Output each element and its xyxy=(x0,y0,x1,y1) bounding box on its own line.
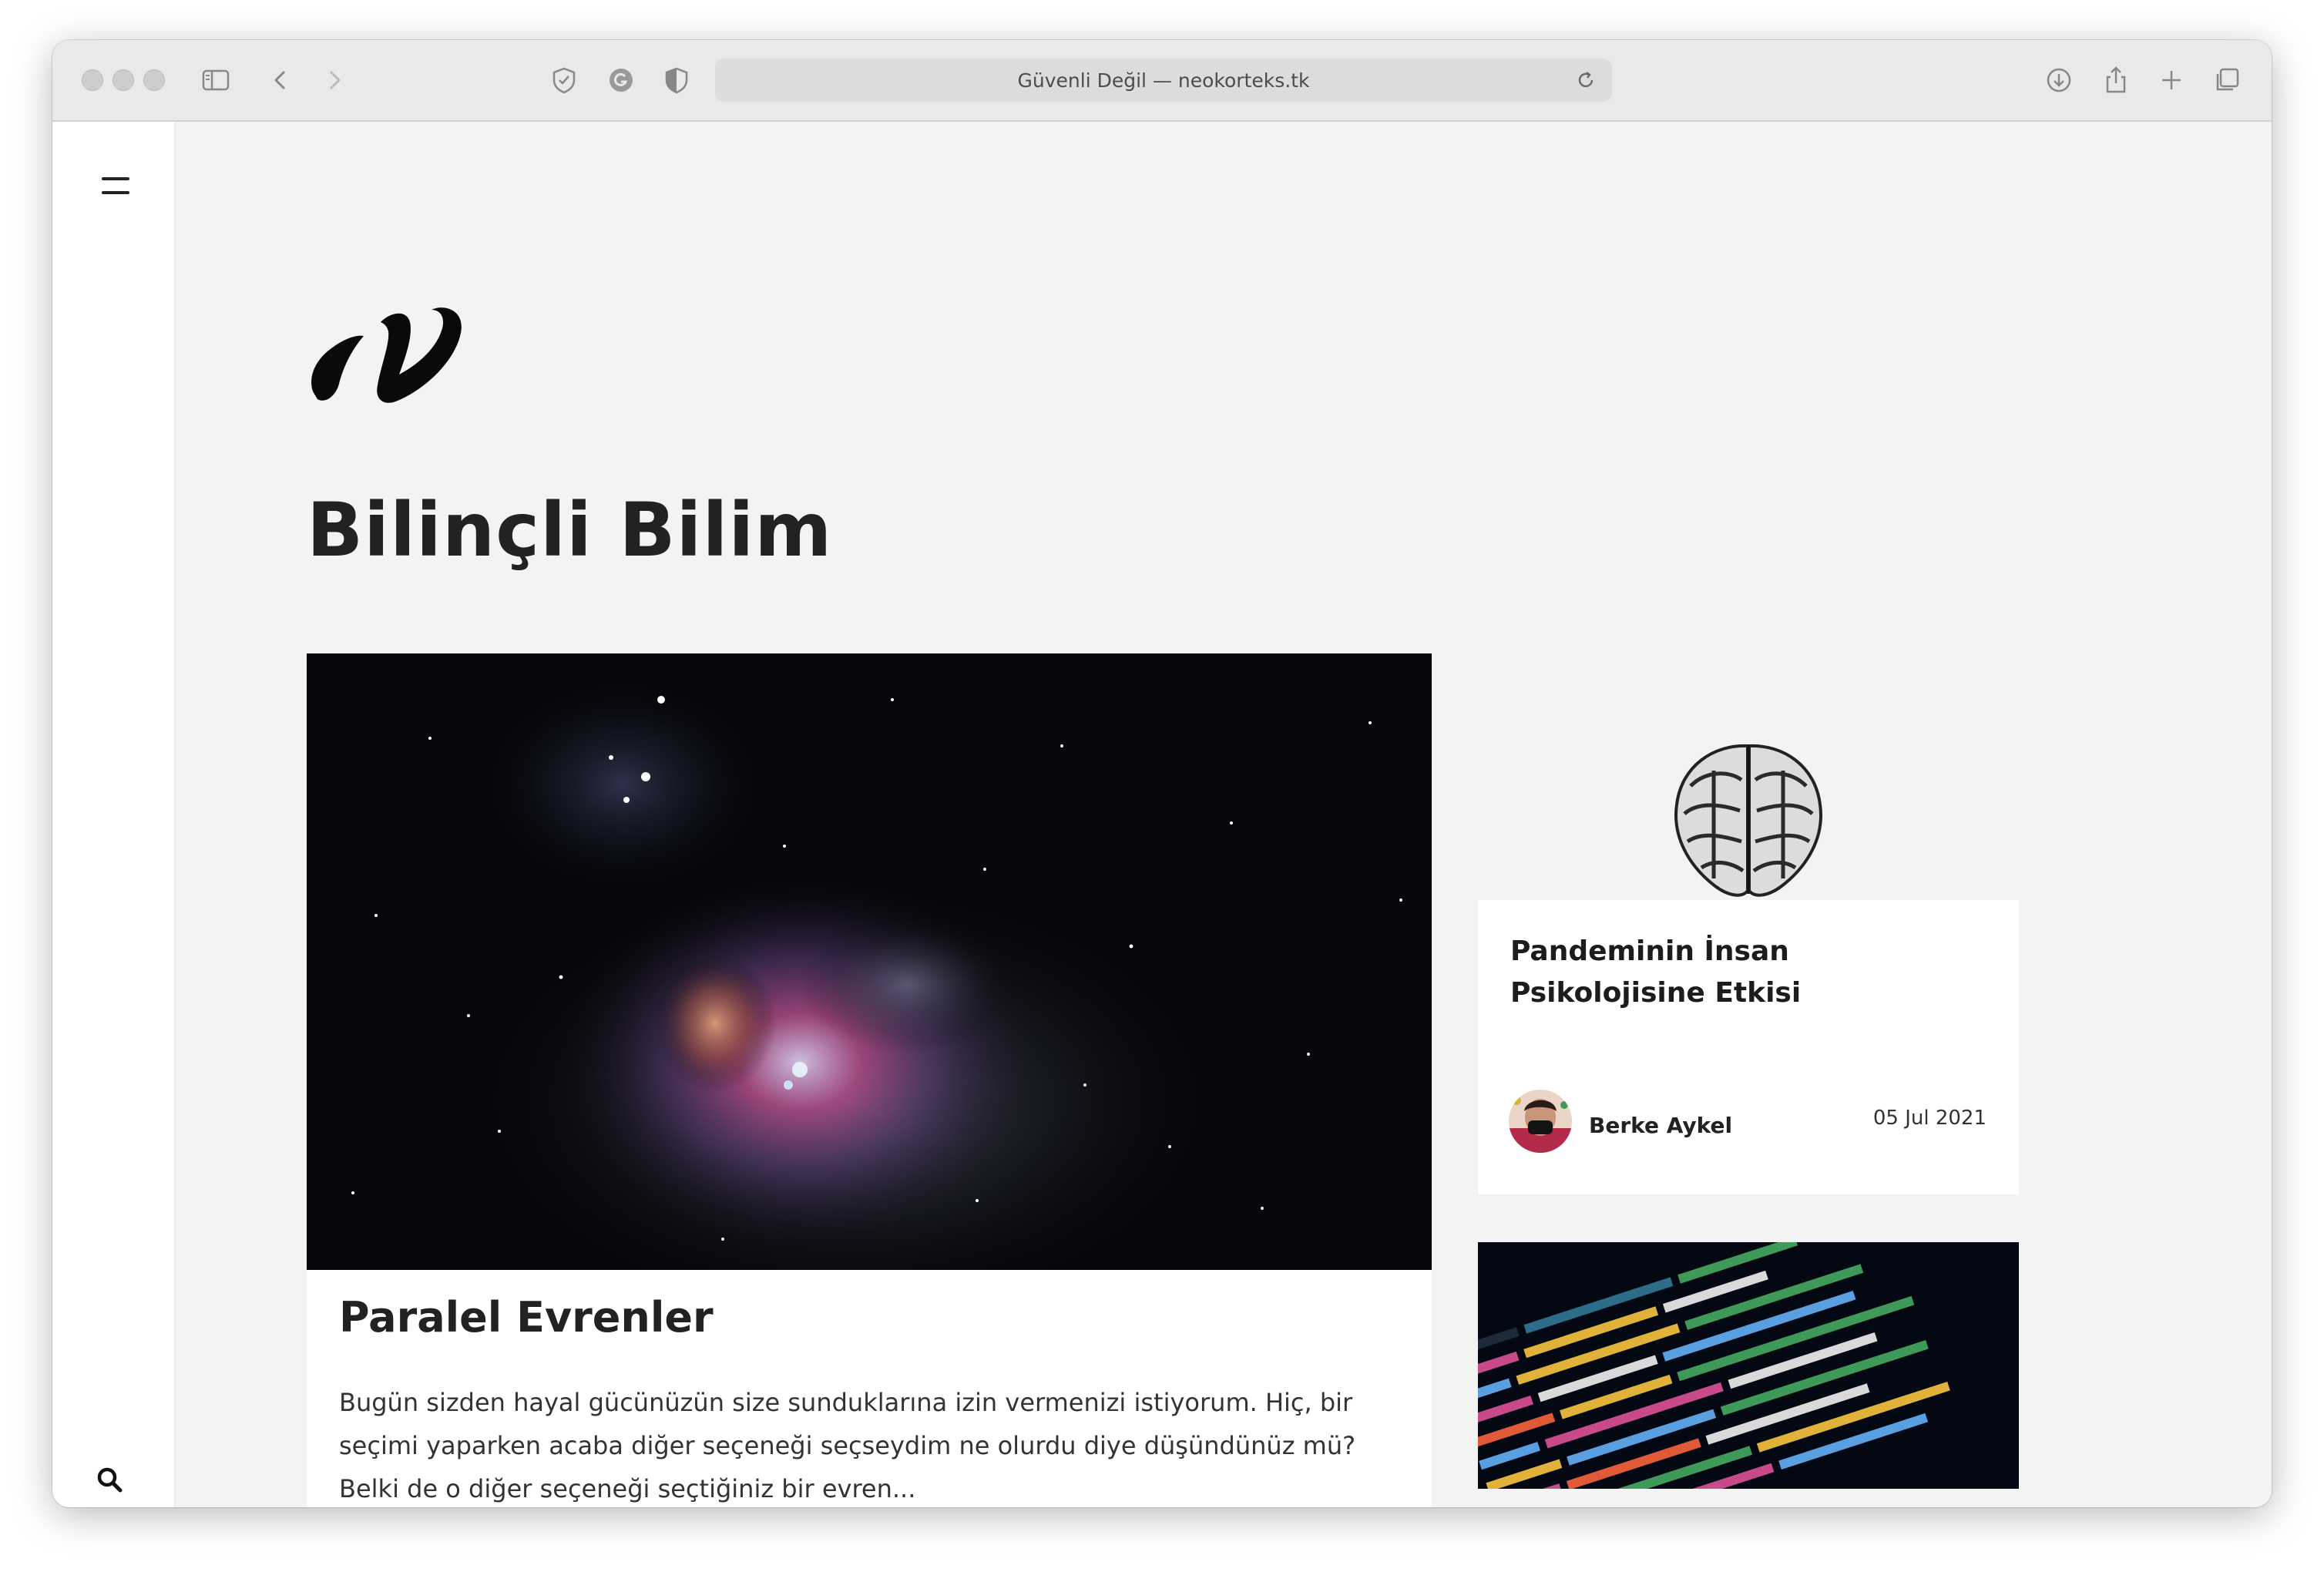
site-title: Bilinçli Bilim xyxy=(307,487,833,573)
reload-icon[interactable] xyxy=(1572,66,1600,94)
browser-toolbar: Güvenli Değil — neokorteks.tk xyxy=(52,40,2272,122)
close-window-button[interactable] xyxy=(82,69,103,91)
post-date: 05 Jul 2021 xyxy=(1872,1107,1986,1130)
new-tab-icon[interactable] xyxy=(2154,63,2188,97)
downloads-icon[interactable] xyxy=(2042,63,2076,97)
search-icon[interactable] xyxy=(94,1464,125,1495)
brain-image-area xyxy=(1478,653,2019,900)
url-text: Güvenli Değil — neokorteks.tk xyxy=(1017,69,1310,92)
featured-post-card[interactable]: Paralel Evrenler Bugün sizden hayal gücü… xyxy=(307,653,1432,1507)
side-post-card[interactable]: Pandeminin İnsan Psikolojisine Etkisi Be… xyxy=(1478,653,2019,1194)
tab-overview-icon[interactable] xyxy=(2210,63,2244,97)
site-logo[interactable] xyxy=(307,301,468,408)
menu-icon[interactable] xyxy=(99,174,129,197)
minimize-window-button[interactable] xyxy=(113,69,134,91)
page-content: Bilinçli Bilim Paralel Evrenler Bugün si… xyxy=(176,122,2272,1507)
brain-maze-image[interactable] xyxy=(1667,740,1829,902)
privacy-shield-icon[interactable] xyxy=(547,63,581,97)
author-name[interactable]: Berke Aykel xyxy=(1589,1113,1732,1138)
author-avatar[interactable] xyxy=(1509,1090,1572,1153)
browser-window: Güvenli Değil — neokorteks.tk Bilinçli B… xyxy=(52,40,2272,1507)
back-icon[interactable] xyxy=(264,63,297,97)
code-post-card[interactable] xyxy=(1478,1242,2019,1489)
site-sidebar xyxy=(52,122,176,1507)
address-bar[interactable]: Güvenli Değil — neokorteks.tk xyxy=(715,59,1612,102)
forward-icon[interactable] xyxy=(317,63,351,97)
featured-post-title[interactable]: Paralel Evrenler xyxy=(339,1293,714,1342)
side-post-title[interactable]: Pandeminin İnsan Psikolojisine Etkisi xyxy=(1510,931,1988,1014)
grammarly-extension-icon[interactable] xyxy=(604,63,638,97)
nebula-image[interactable] xyxy=(307,653,1432,1270)
share-icon[interactable] xyxy=(2099,63,2133,97)
sidebar-toggle-icon[interactable] xyxy=(199,63,233,97)
featured-post-excerpt: Bugün sizden hayal gücünüzün size sunduk… xyxy=(339,1388,1356,1503)
content-blocker-icon[interactable] xyxy=(660,63,694,97)
zoom-window-button[interactable] xyxy=(143,69,165,91)
code-screen-image[interactable] xyxy=(1478,1242,2019,1489)
